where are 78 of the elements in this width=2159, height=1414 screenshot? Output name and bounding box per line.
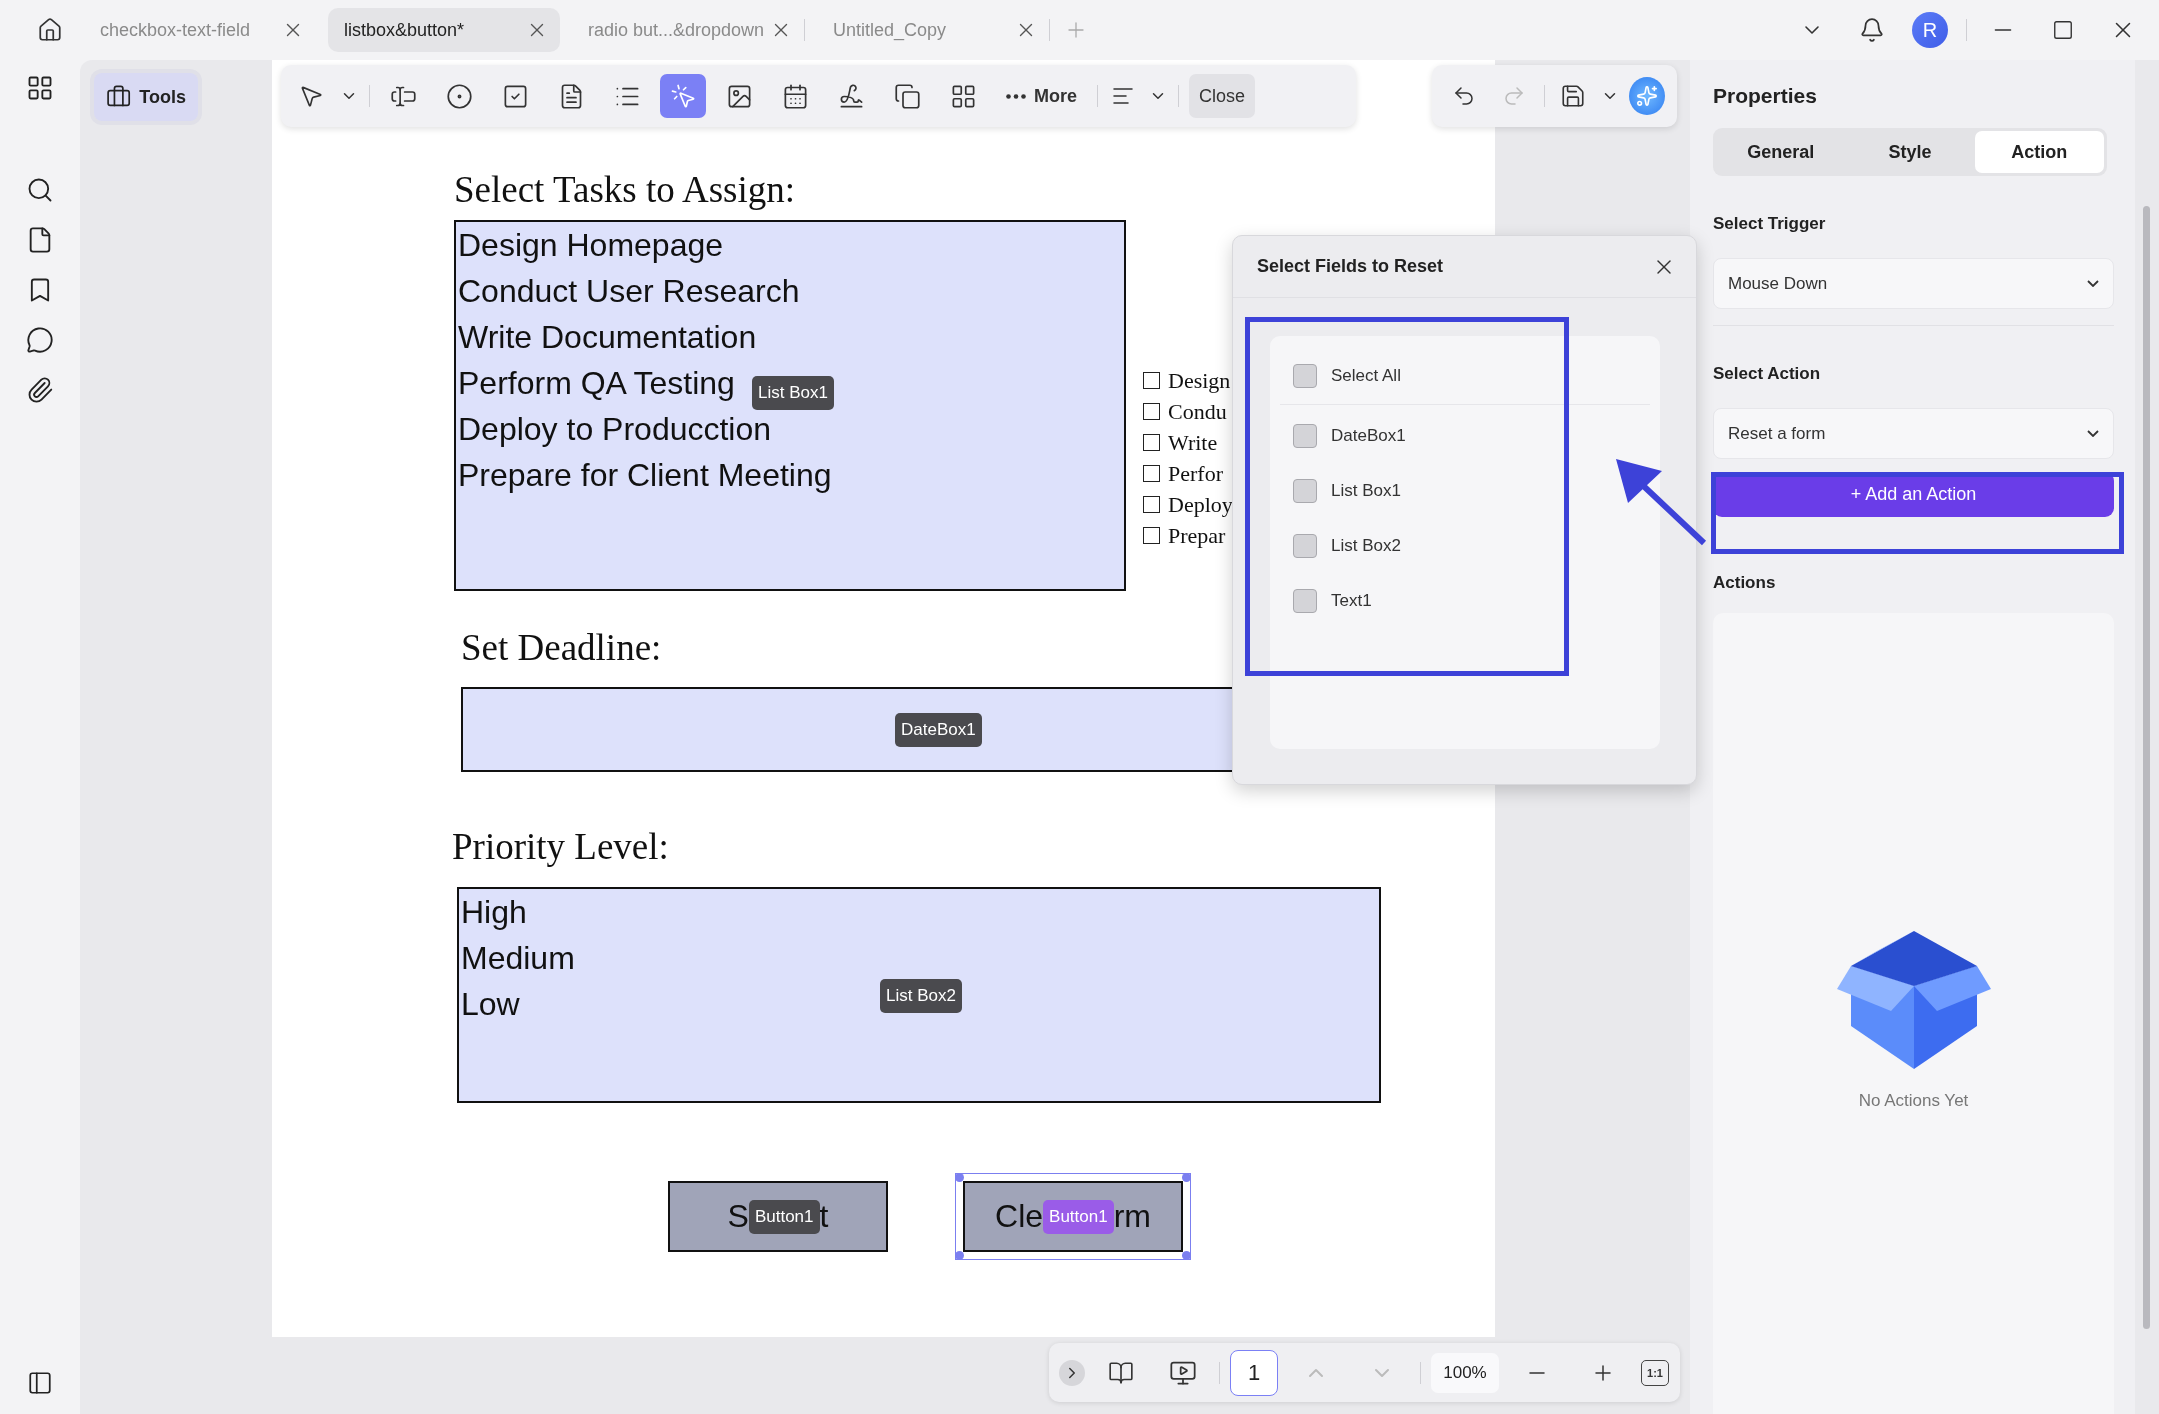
scrollbar-thumb[interactable]: [2143, 206, 2150, 1329]
empty-message: No Actions Yet: [1858, 1091, 1969, 1111]
checkbox[interactable]: [1143, 372, 1160, 389]
resize-handle[interactable]: [955, 1251, 964, 1260]
field-tag: DateBox1: [895, 713, 982, 747]
properties-tab[interactable]: General: [1716, 131, 1846, 173]
ellipsis-icon: [1006, 93, 1026, 99]
page-number-field[interactable]: 1: [1230, 1349, 1278, 1396]
checkbox[interactable]: [1293, 479, 1317, 503]
checkbox-label: Design: [1168, 367, 1231, 394]
actual-size-button[interactable]: 1:1: [1641, 1359, 1669, 1386]
checkbox[interactable]: [1293, 364, 1317, 388]
properties-tab[interactable]: Style: [1845, 131, 1975, 173]
checkbox[interactable]: [1143, 496, 1160, 513]
list-option[interactable]: Conduct User Research: [458, 268, 800, 314]
checkbox-label: Perfor: [1168, 460, 1223, 487]
button-label: rm: [1113, 1198, 1151, 1235]
apps-icon[interactable]: [26, 74, 54, 102]
properties-tab[interactable]: Action: [1974, 131, 2104, 173]
checkbox[interactable]: [1293, 534, 1317, 558]
document-tab[interactable]: listbox&button*: [328, 8, 560, 52]
zoom-level[interactable]: 100%: [1431, 1352, 1499, 1393]
field-tag: List Box1: [752, 376, 834, 410]
panel-title: Properties: [1713, 84, 1818, 108]
ai-assistant-icon[interactable]: [1629, 77, 1665, 115]
list-box-field[interactable]: Design Homepage Conduct User Research Write Documentation Perform QA Testing List Box1 Deploy to Producction Prepare for Client Meeting: [454, 220, 1126, 591]
field-tag: Button1: [1043, 1199, 1114, 1234]
comment-icon[interactable]: [26, 326, 54, 354]
field-label: Select Trigger: [1713, 214, 1827, 234]
button-tool-icon[interactable]: [660, 74, 706, 118]
checkbox[interactable]: [1143, 403, 1160, 420]
resize-handle[interactable]: [1182, 1251, 1191, 1260]
button-label: t: [819, 1198, 829, 1235]
expand-icon[interactable]: [1059, 1359, 1085, 1386]
list-option[interactable]: Write Documentation: [458, 314, 757, 360]
field-label: Select Action: [1713, 364, 1822, 384]
button-label: Cle: [995, 1198, 1044, 1235]
section-heading: Set Deadline:: [461, 626, 662, 670]
caret-icon: [2087, 280, 2099, 287]
sidebar-icon[interactable]: [27, 1370, 53, 1396]
list-option[interactable]: Low: [461, 981, 520, 1027]
field-tag: Button1: [748, 1199, 820, 1234]
checkbox-label: Condu: [1168, 398, 1227, 425]
resize-handle[interactable]: [1182, 1173, 1191, 1182]
list-box-field[interactable]: High Medium Low List Box2: [457, 887, 1381, 1103]
resize-handle[interactable]: [955, 1173, 964, 1182]
checkbox-label: Text1: [1331, 591, 1372, 611]
paperclip-icon[interactable]: [26, 376, 54, 404]
list-option[interactable]: Design Homepage: [458, 222, 724, 268]
checkbox[interactable]: [1143, 465, 1160, 482]
search-icon[interactable]: [26, 176, 54, 204]
checkbox-label: Select All: [1331, 366, 1401, 386]
checkbox-label: List Box1: [1331, 481, 1401, 501]
checkbox-label: Prepar: [1168, 522, 1226, 549]
checkbox[interactable]: [1293, 424, 1317, 448]
checkbox-label: Write: [1168, 429, 1218, 456]
checkbox[interactable]: [1293, 589, 1317, 613]
button-label: S: [727, 1198, 749, 1235]
more-button[interactable]: More: [996, 74, 1087, 118]
checkbox-label: Deploy: [1168, 491, 1233, 518]
section-heading: Select Tasks to Assign:: [454, 168, 796, 212]
checkbox-label: List Box2: [1331, 536, 1401, 556]
section-heading: Priority Level:: [452, 825, 669, 869]
field-label: Actions: [1713, 573, 1777, 593]
checkbox[interactable]: [1143, 527, 1160, 544]
caret-icon: [2087, 430, 2099, 437]
field-tag: List Box2: [880, 979, 962, 1013]
list-option[interactable]: Prepare for Client Meeting: [458, 452, 832, 498]
trigger-dropdown[interactable]: Mouse Down: [1713, 258, 2114, 309]
checkbox[interactable]: [1143, 434, 1160, 451]
list-option[interactable]: High: [461, 889, 527, 935]
list-option[interactable]: Medium: [461, 935, 575, 981]
list-option[interactable]: Perform QA Testing: [458, 360, 735, 406]
action-dropdown[interactable]: Reset a form: [1713, 408, 2114, 459]
close-button[interactable]: Close: [1189, 74, 1256, 118]
checkbox-label: DateBox1: [1331, 426, 1406, 446]
dialog-title: Select Fields to Reset: [1257, 256, 1444, 277]
user-avatar[interactable]: R: [1912, 12, 1948, 48]
